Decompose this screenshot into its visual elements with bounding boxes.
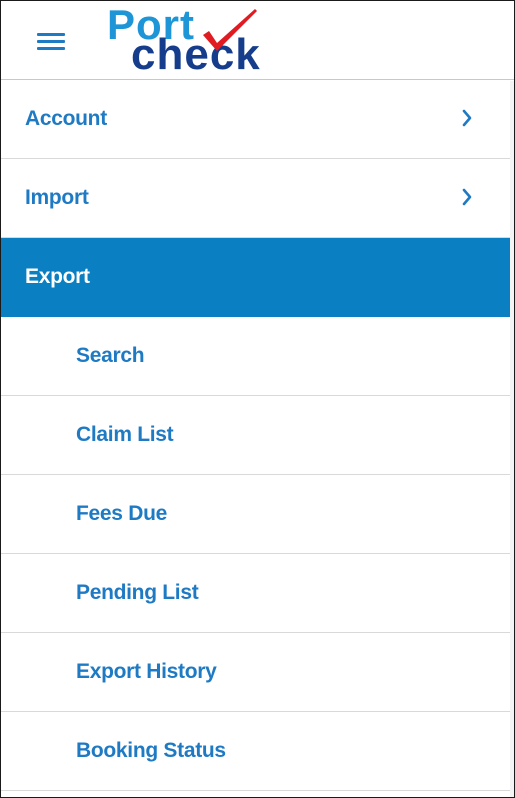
menu-item-label: Pending List (76, 581, 199, 604)
drawer-header: Port check (1, 1, 514, 80)
menu-item-label: Account (25, 107, 107, 130)
submenu-item-booking-status[interactable]: Booking Status (1, 712, 510, 791)
submenu-item-search[interactable]: Search (1, 317, 510, 396)
background-content (510, 81, 514, 797)
menu-item-label: Claim List (76, 423, 174, 446)
menu-item-label: Export History (76, 660, 217, 683)
submenu-item-pending-list[interactable]: Pending List (1, 554, 510, 633)
menu-item-label: Booking Status (76, 739, 226, 762)
menu-item-import[interactable]: Import (1, 159, 510, 238)
submenu-item-fees-due[interactable]: Fees Due (1, 475, 510, 554)
nav-drawer: Port check Account Import Export Search (0, 0, 515, 798)
submenu-item-claim-list[interactable]: Claim List (1, 396, 510, 475)
hamburger-menu-icon[interactable] (37, 31, 65, 51)
menu-item-label: Import (25, 186, 89, 209)
chevron-right-icon (462, 109, 472, 127)
submenu-item-export-history[interactable]: Export History (1, 633, 510, 712)
portcheck-logo[interactable]: Port check (103, 4, 273, 77)
menu-item-label: Export (25, 265, 90, 288)
menu-item-label: Search (76, 344, 145, 367)
menu-item-account[interactable]: Account (1, 80, 510, 159)
menu-item-export[interactable]: Export (1, 238, 510, 317)
menu-item-label: Fees Due (76, 502, 167, 525)
nav-menu: Account Import Export Search Claim List … (1, 80, 510, 791)
chevron-right-icon (462, 188, 472, 206)
checkmark-icon (203, 9, 257, 51)
